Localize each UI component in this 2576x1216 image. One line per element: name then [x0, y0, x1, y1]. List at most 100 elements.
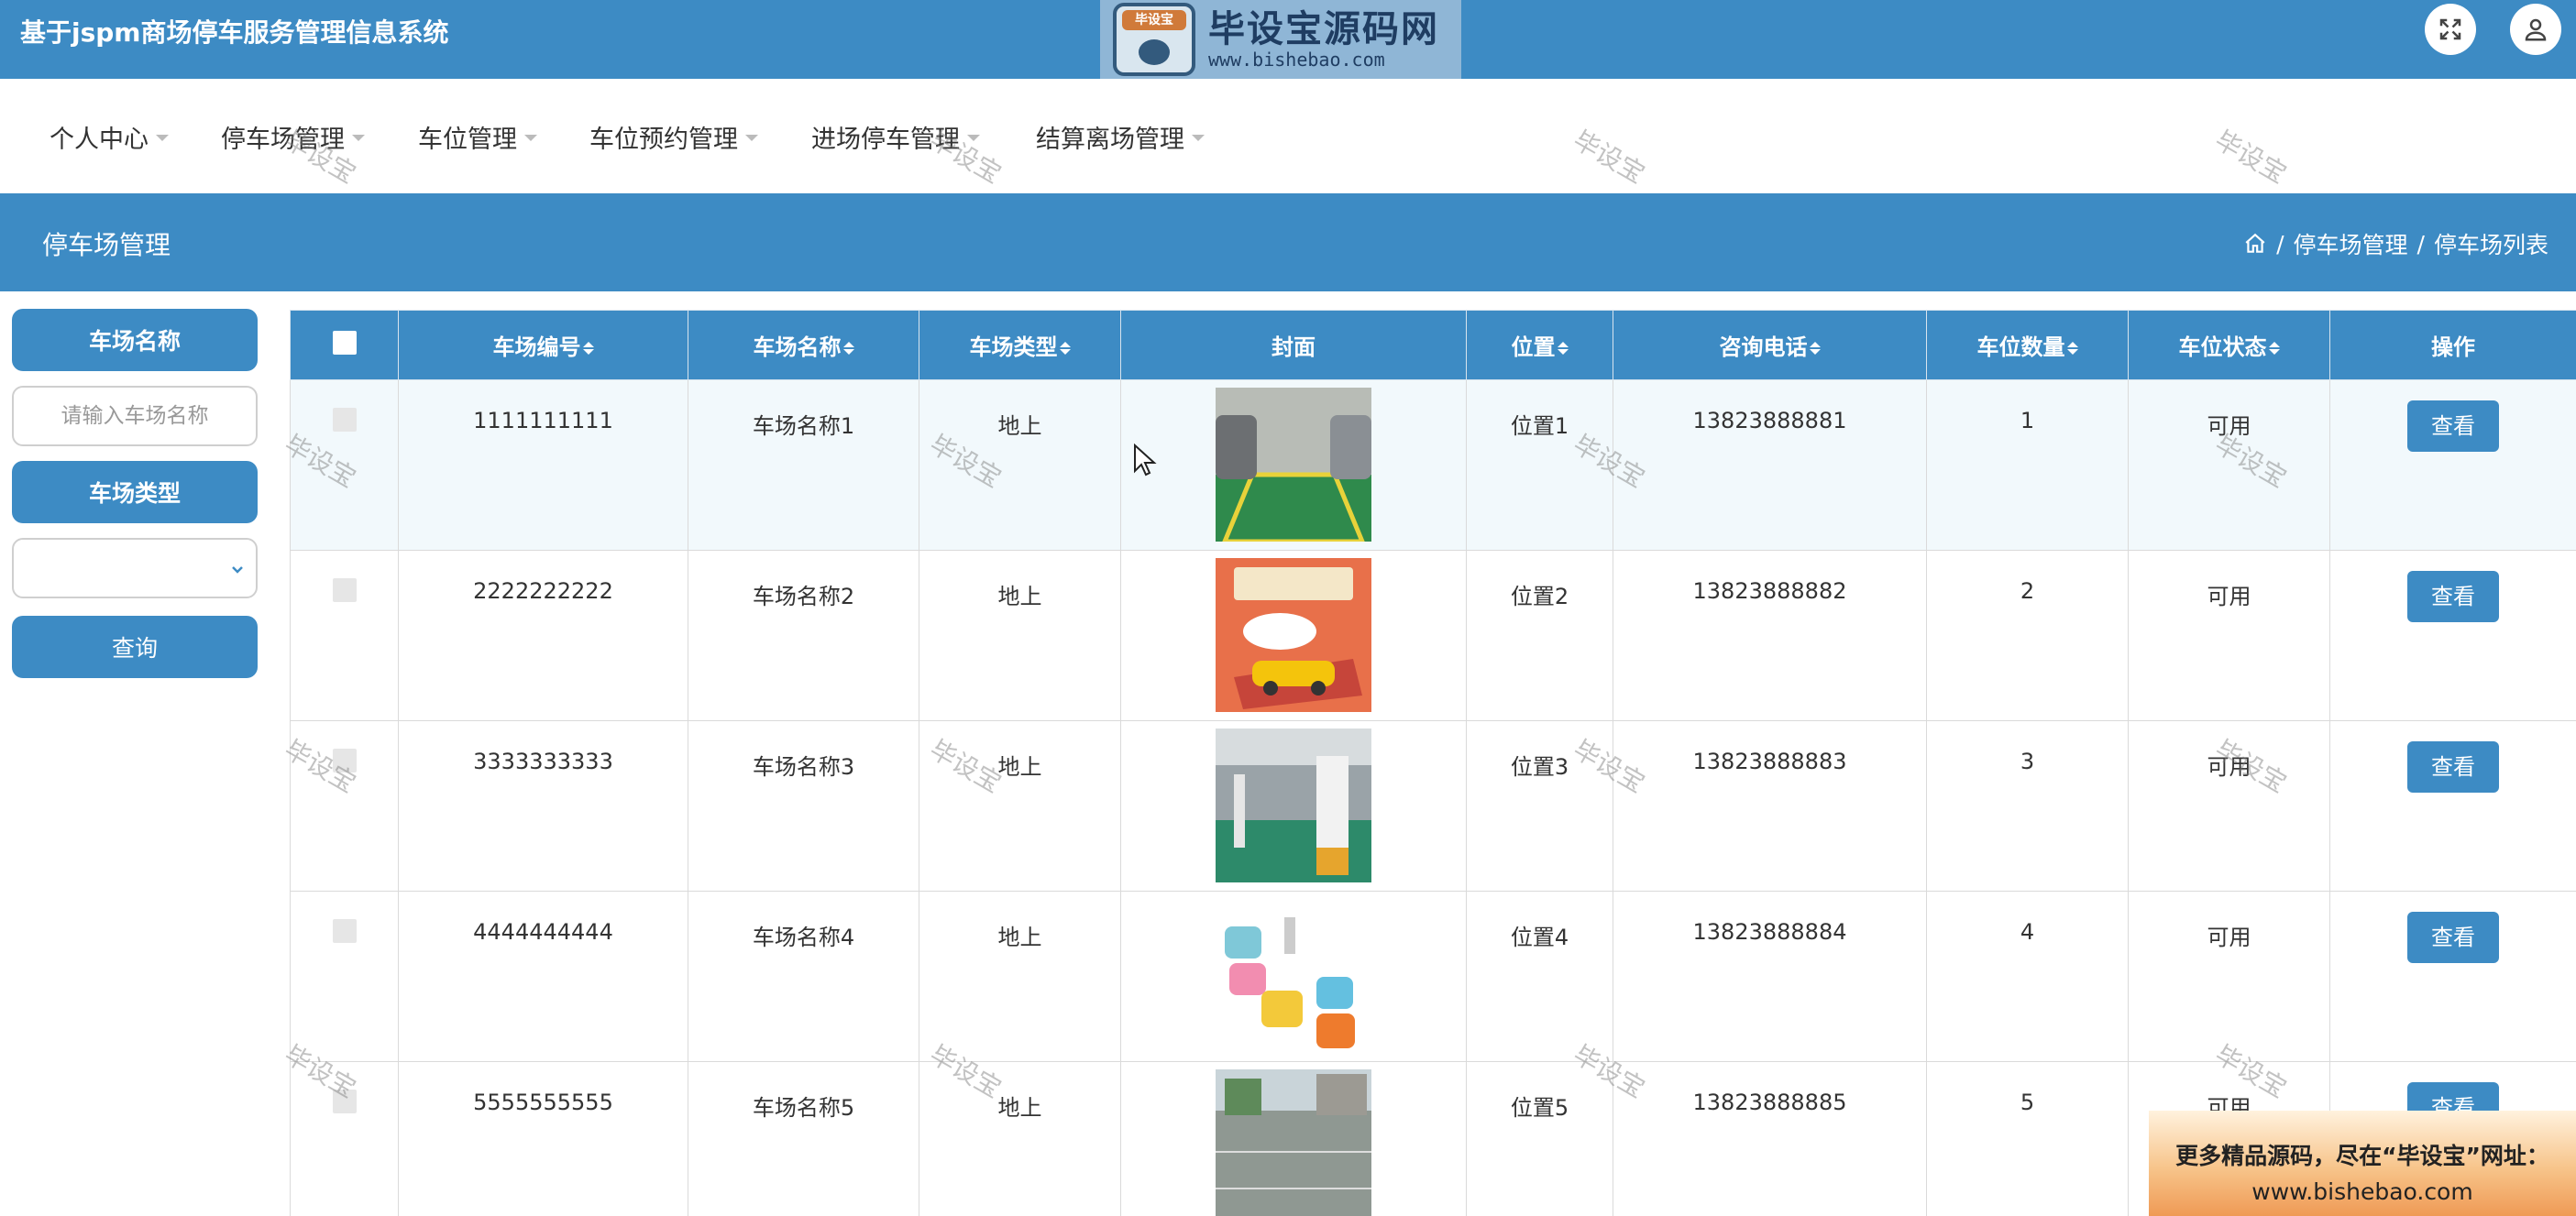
- sort-icon: [2268, 342, 2280, 355]
- cell-name: 车场名称4: [688, 891, 919, 1062]
- cell-spaces: 4: [1926, 891, 2129, 1062]
- row-checkbox[interactable]: [332, 1090, 357, 1113]
- row-checkbox[interactable]: [332, 749, 357, 772]
- cell-id: 2222222222: [398, 550, 688, 721]
- nav-item-label: 进场停车管理: [811, 126, 960, 154]
- home-icon[interactable]: [2243, 232, 2267, 256]
- logo-badge-text: 毕设宝: [1122, 10, 1186, 30]
- breadcrumb-separator: /: [2416, 230, 2425, 257]
- breadcrumb-list: 停车场列表: [2433, 232, 2548, 258]
- lot-type-select[interactable]: [12, 538, 258, 598]
- row-checkbox[interactable]: [332, 578, 357, 602]
- nav-item-label: 车位管理: [418, 126, 517, 154]
- nav-item-entry[interactable]: 进场停车管理: [811, 119, 980, 155]
- sort-icon: [842, 342, 854, 355]
- expand-icon: [2439, 18, 2461, 40]
- logo-name: 毕设宝源码网: [1208, 8, 1439, 50]
- cell-spaces: 5: [1926, 1061, 2129, 1216]
- cell-id: 1111111111: [398, 379, 688, 551]
- nav-item-label: 结算离场管理: [1036, 126, 1184, 154]
- view-button[interactable]: 查看: [2407, 912, 2499, 963]
- col-spaces[interactable]: 车位数量: [1926, 310, 2129, 380]
- logo-badge-icon: 毕设宝: [1113, 3, 1195, 76]
- cell-name: 车场名称1: [688, 379, 919, 551]
- nav-item-label: 车位预约管理: [589, 126, 738, 154]
- table-header-row: 车场编号 车场名称 车场类型 封面 位置 咨询电话 车位数量 车位状态 操作: [290, 310, 2576, 380]
- cell-status: 可用: [2128, 550, 2330, 721]
- cell-phone: 13823888883: [1613, 720, 1927, 892]
- col-name[interactable]: 车场名称: [688, 310, 919, 380]
- view-button[interactable]: 查看: [2407, 741, 2499, 793]
- cell-name: 车场名称3: [688, 720, 919, 892]
- nav-item-reservation[interactable]: 车位预约管理: [589, 119, 758, 155]
- cell-type: 地上: [919, 720, 1121, 892]
- nav-item-profile[interactable]: 个人中心: [50, 119, 169, 155]
- col-id[interactable]: 车场编号: [398, 310, 688, 380]
- view-button[interactable]: 查看: [2407, 400, 2499, 452]
- nav-item-parking-lot[interactable]: 停车场管理: [221, 119, 365, 155]
- cell-id: 4444444444: [398, 891, 688, 1062]
- nav-item-settlement[interactable]: 结算离场管理: [1036, 119, 1205, 155]
- cell-spaces: 1: [1926, 379, 2129, 551]
- caret-down-icon: [1192, 135, 1205, 141]
- fullscreen-button[interactable]: [2425, 4, 2476, 55]
- app-title: 基于jspm商场停车服务管理信息系统: [20, 17, 449, 48]
- table-row: 3333333333 车场名称3 地上 位置3 13823888883 3 可用…: [290, 720, 2576, 892]
- filter-name-field[interactable]: [12, 386, 258, 446]
- user-avatar-button[interactable]: [2510, 4, 2561, 55]
- search-button[interactable]: 查询: [12, 616, 258, 678]
- cell-location: 位置1: [1466, 379, 1613, 551]
- nav-item-space[interactable]: 车位管理: [418, 119, 537, 155]
- caret-down-icon: [524, 135, 537, 141]
- cell-location: 位置3: [1466, 720, 1613, 892]
- promo-banner[interactable]: 更多精品源码，尽在“毕设宝”网址： www.bishebao.com: [2149, 1111, 2576, 1216]
- cell-id: 3333333333: [398, 720, 688, 892]
- select-all-cell[interactable]: [290, 310, 399, 380]
- cell-status: 可用: [2128, 379, 2330, 551]
- col-status[interactable]: 车位状态: [2128, 310, 2330, 380]
- sort-icon: [1557, 342, 1569, 355]
- col-type[interactable]: 车场类型: [919, 310, 1121, 380]
- cell-id: 5555555555: [398, 1061, 688, 1216]
- breadcrumb-parking-lot[interactable]: 停车场管理: [2294, 227, 2408, 260]
- caret-down-icon: [745, 135, 758, 141]
- cell-phone: 13823888882: [1613, 550, 1927, 721]
- col-actions: 操作: [2329, 310, 2576, 380]
- cell-spaces: 2: [1926, 550, 2129, 721]
- lot-name-input[interactable]: [14, 388, 256, 444]
- cover-image: [1216, 1069, 1371, 1216]
- nav-item-label: 个人中心: [50, 126, 149, 154]
- site-logo-watermark: 毕设宝 毕设宝源码网 www.bishebao.com: [1100, 0, 1461, 79]
- top-bar: 基于jspm商场停车服务管理信息系统 毕设宝 毕设宝源码网 www.bisheb…: [0, 0, 2576, 79]
- caret-down-icon: [156, 135, 169, 141]
- table-row: 4444444444 车场名称4 地上 位置4 13823888884 4 可用…: [290, 891, 2576, 1062]
- cell-name: 车场名称2: [688, 550, 919, 721]
- promo-line2: www.bishebao.com: [2251, 1178, 2473, 1205]
- col-cover: 封面: [1120, 310, 1467, 380]
- col-phone[interactable]: 咨询电话: [1613, 310, 1927, 380]
- row-checkbox[interactable]: [332, 919, 357, 943]
- cell-status: 可用: [2128, 891, 2330, 1062]
- cell-type: 地上: [919, 891, 1121, 1062]
- breadcrumb: / 停车场管理 / 停车场列表: [2243, 227, 2548, 260]
- cover-image: [1216, 558, 1371, 712]
- user-icon: [2525, 18, 2547, 41]
- col-location[interactable]: 位置: [1466, 310, 1613, 380]
- row-checkbox[interactable]: [332, 408, 357, 432]
- parking-lot-table: 车场编号 车场名称 车场类型 封面 位置 咨询电话 车位数量 车位状态 操作 1…: [290, 310, 2576, 1216]
- filter-type-label: 车场类型: [12, 461, 258, 523]
- page-title: 停车场管理: [42, 230, 171, 260]
- cell-location: 位置5: [1466, 1061, 1613, 1216]
- breadcrumb-separator: /: [2276, 230, 2284, 257]
- view-button[interactable]: 查看: [2407, 571, 2499, 622]
- cell-type: 地上: [919, 379, 1121, 551]
- chevron-down-icon: [232, 566, 243, 574]
- sort-icon: [1059, 342, 1071, 355]
- mouse-cursor-icon: [1134, 444, 1157, 477]
- cell-location: 位置4: [1466, 891, 1613, 1062]
- cell-type: 地上: [919, 550, 1121, 721]
- nav-item-label: 停车场管理: [221, 126, 345, 154]
- select-all-checkbox[interactable]: [332, 330, 357, 355]
- cell-phone: 13823888884: [1613, 891, 1927, 1062]
- sort-icon: [2066, 342, 2078, 355]
